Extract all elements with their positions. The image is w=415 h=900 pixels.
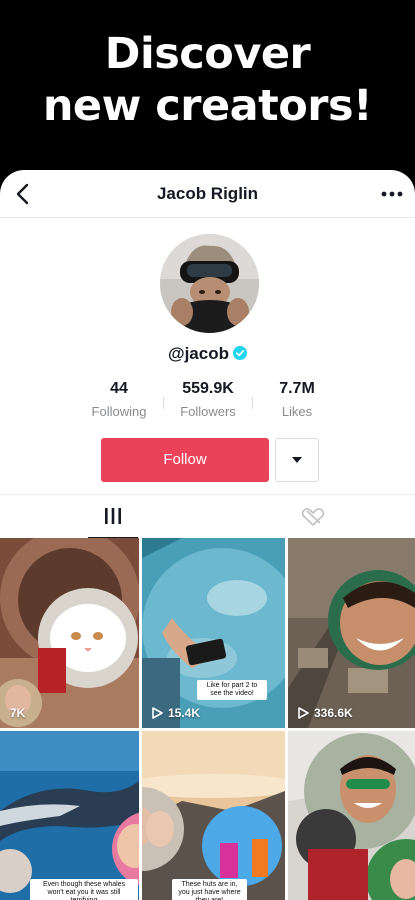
play-icon [298,707,309,719]
video-grid: 7K Like for part 2 to see the video! 15.… [0,538,415,900]
top-bar: Jacob Riglin [0,170,415,218]
likes-label: Likes [281,404,313,419]
tab-liked[interactable] [208,495,415,539]
promo-headline-line-2: new creators! [42,81,373,131]
stat-following[interactable]: 44 Following [75,380,163,419]
view-count-value: 7K [10,706,26,720]
view-count-value: 15.4K [168,706,201,720]
profile-tabs [0,494,415,539]
grid-icon [105,508,121,524]
promo-banner: Discover new creators! [0,0,415,170]
followers-count: 559.9K [182,380,234,397]
view-count: 336.6K [298,706,353,720]
view-count: 7K [10,706,25,720]
profile-handle-row: @jacob [0,344,415,364]
page-title: Jacob Riglin [156,184,259,203]
avatar[interactable] [160,234,259,333]
following-count: 44 [110,380,128,397]
profile-handle: @jacob [168,344,229,363]
profile-screen: Jacob Riglin @jacob 44 Following 559.9K … [0,170,415,900]
stat-likes: 7.7M Likes [253,380,341,419]
video-thumbnail[interactable]: 7K [0,538,139,728]
tab-videos[interactable] [0,495,207,539]
view-count-value: 336.6K [314,706,353,720]
stat-followers[interactable]: 559.9K Followers [164,380,252,419]
video-thumbnail[interactable] [288,731,415,900]
video-caption: Like for part 2 to see the video! [197,680,267,700]
video-thumbnail[interactable]: Even though these whales won't eat you i… [0,731,139,900]
hidden-heart-icon [301,508,325,526]
following-label: Following [91,404,147,419]
verified-badge-icon [232,345,247,360]
promo-headline-line-1: Discover [104,29,311,79]
video-caption: These huts are in, you just have where t… [172,879,247,900]
followers-label: Followers [180,404,236,419]
profile-stats: 44 Following 559.9K Followers 7.7M Likes [75,380,340,424]
suggested-accounts-button[interactable] [275,438,319,482]
video-caption: Even though these whales won't eat you i… [30,879,138,900]
follow-button[interactable]: Follow [101,438,269,482]
play-icon [152,707,163,719]
likes-count: 7.7M [279,380,315,397]
more-options-icon[interactable] [379,180,405,208]
video-thumbnail[interactable]: 336.6K [288,538,415,728]
caret-down-icon [292,457,302,463]
video-thumbnail[interactable]: Like for part 2 to see the video! 15.4K [142,538,285,728]
video-thumbnail[interactable]: These huts are in, you just have where t… [142,731,285,900]
view-count: 15.4K [152,706,200,720]
